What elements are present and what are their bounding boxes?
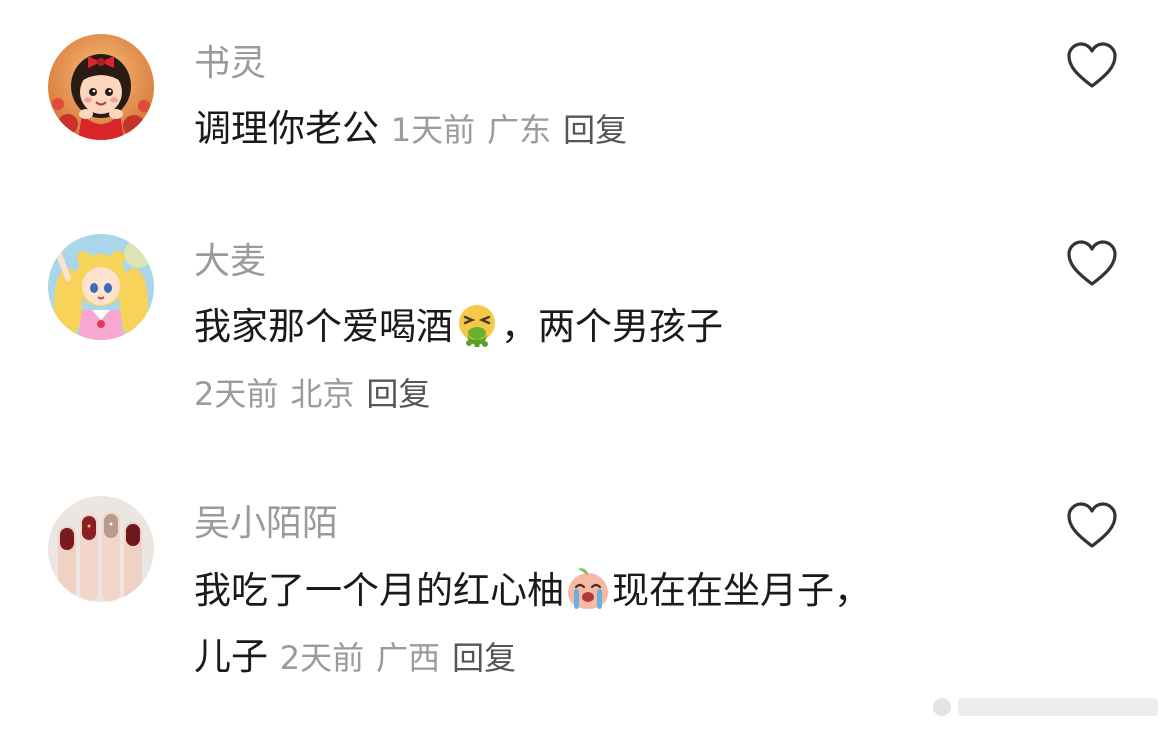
comment-meta: 2天前 广西 回复	[280, 639, 516, 677]
comment-time: 2天前	[279, 639, 365, 677]
avatar[interactable]	[48, 496, 154, 602]
comment-content-line2: 儿子	[194, 635, 268, 678]
watermark-logo-image	[933, 698, 1158, 716]
comment-text: 我吃了一个月的红心柚 现在在坐月子，	[194, 566, 871, 616]
comment-content-part1: 我吃了一个月的红心柚	[194, 569, 564, 612]
heart-outline-icon[interactable]	[1066, 502, 1118, 550]
crying-peach-emoji	[568, 568, 608, 609]
comment-item: 吴小陌陌 我吃了一个月的红心柚 现在在坐月子， 儿子 2天前 广西 回复	[0, 0, 1170, 690]
avatar-manicure-nails-image	[48, 496, 154, 602]
comment-content-part2: 现在在坐月子，	[612, 569, 871, 612]
comment-location: 广西	[376, 639, 441, 677]
reply-button[interactable]: 回复	[452, 639, 516, 677]
comment-text-line2: 儿子 2天前 广西 回复	[194, 632, 516, 683]
username[interactable]: 吴小陌陌	[194, 502, 338, 546]
